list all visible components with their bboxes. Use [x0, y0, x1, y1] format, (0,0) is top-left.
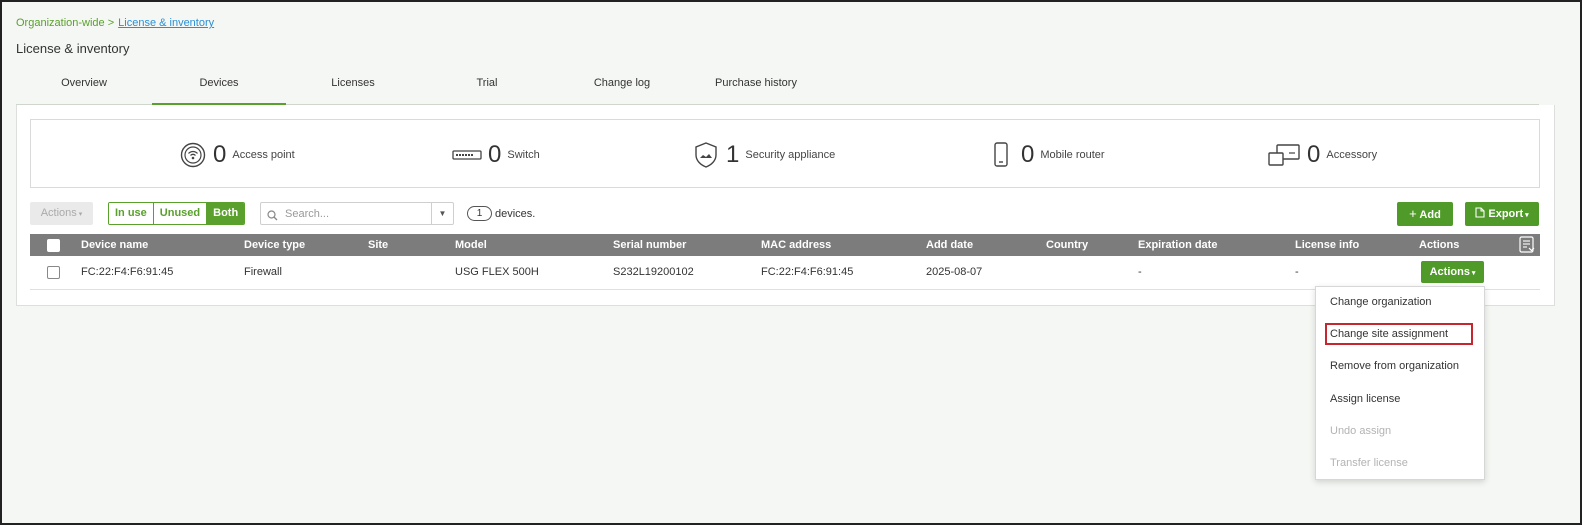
security-appliance-icon	[692, 141, 720, 169]
mobile-router-icon	[987, 141, 1015, 169]
access-point-count: 0	[213, 140, 227, 168]
plus-icon: +	[1409, 206, 1417, 221]
col-actions: Actions	[1419, 239, 1460, 251]
summary-switch[interactable]: 0 Switch	[452, 120, 540, 189]
row-checkbox[interactable]	[47, 266, 60, 279]
cell-serial-number: S232L19200102	[613, 266, 694, 278]
col-site[interactable]: Site	[368, 234, 388, 256]
col-license-info[interactable]: License info	[1295, 234, 1359, 256]
search-placeholder: Search...	[285, 208, 330, 220]
summary-accessory[interactable]: 0 Accessory	[1267, 120, 1377, 189]
export-button[interactable]: Export ▾	[1465, 202, 1539, 226]
col-model[interactable]: Model	[455, 234, 487, 256]
filter-both[interactable]: Both	[206, 203, 245, 224]
cell-device-type: Firewall	[244, 266, 282, 278]
table-header: Device name Device type Site Model Seria…	[30, 234, 1540, 256]
cell-device-name: FC:22:F4:F6:91:45	[81, 266, 174, 278]
tab-trial[interactable]: Trial	[465, 68, 509, 105]
usage-filter: In use Unused Both	[108, 202, 246, 225]
search-input[interactable]: Search... ▼	[260, 202, 454, 225]
breadcrumb-root[interactable]: Organization-wide >	[16, 17, 114, 29]
summary-access-point[interactable]: 0 Access point	[179, 120, 295, 189]
cell-add-date: 2025-08-07	[926, 266, 983, 278]
export-file-icon	[1475, 207, 1485, 220]
switch-icon	[452, 141, 482, 169]
chevron-down-icon: ▾	[1469, 270, 1476, 277]
menu-remove-from-organization[interactable]: Remove from organization	[1330, 360, 1459, 372]
search-dropdown-icon[interactable]: ▼	[431, 203, 453, 224]
tab-overview[interactable]: Overview	[52, 68, 116, 105]
cell-license-info: -	[1295, 266, 1299, 278]
row-actions-button[interactable]: Actions ▾	[1421, 261, 1484, 283]
filter-unused[interactable]: Unused	[152, 203, 207, 224]
switch-label: Switch	[507, 148, 540, 161]
accessory-label: Accessory	[1326, 148, 1378, 161]
menu-change-organization[interactable]: Change organization	[1330, 296, 1432, 308]
cell-model: USG FLEX 500H	[455, 266, 539, 278]
chevron-down-icon: ▾	[76, 211, 83, 218]
col-add-date[interactable]: Add date	[926, 234, 973, 256]
col-expiration-date[interactable]: Expiration date	[1138, 234, 1217, 256]
filter-in-use[interactable]: In use	[109, 203, 153, 224]
mobile-router-label: Mobile router	[1040, 148, 1105, 161]
device-count-label: devices.	[495, 208, 536, 220]
menu-assign-license[interactable]: Assign license	[1330, 393, 1400, 405]
search-icon	[267, 208, 278, 226]
device-summary: 0 Access point 0 Switch 1 Security appli…	[30, 119, 1540, 188]
tab-purchase-history[interactable]: Purchase history	[701, 68, 811, 105]
row-actions-label: Actions	[1429, 266, 1470, 278]
menu-undo-assign: Undo assign	[1330, 425, 1392, 437]
export-button-label: Export	[1488, 208, 1524, 220]
accessory-icon	[1267, 141, 1301, 169]
security-appliance-label: Security appliance	[745, 148, 836, 161]
accessory-count: 0	[1307, 140, 1321, 168]
summary-mobile-router[interactable]: 0 Mobile router	[987, 120, 1105, 189]
add-button[interactable]: + Add	[1397, 202, 1453, 226]
row-actions-menu: Change organization Change site assignme…	[1315, 286, 1485, 480]
tab-devices[interactable]: Devices	[152, 68, 286, 105]
menu-transfer-license: Transfer license	[1330, 457, 1408, 469]
security-appliance-count: 1	[726, 140, 740, 168]
add-button-label: Add	[1419, 209, 1441, 221]
col-serial-number[interactable]: Serial number	[613, 234, 686, 256]
access-point-icon	[179, 141, 207, 169]
col-country[interactable]: Country	[1046, 234, 1088, 256]
cell-expiration-date: -	[1138, 266, 1142, 278]
page-title: License & inventory	[16, 41, 130, 56]
cell-mac-address: FC:22:F4:F6:91:45	[761, 266, 854, 278]
tab-bar: Overview Devices Licenses Trial Change l…	[16, 68, 1539, 105]
access-point-label: Access point	[232, 148, 295, 161]
app-window: Organization-wide > License & inventory L…	[0, 0, 1582, 525]
tab-licenses[interactable]: Licenses	[318, 68, 388, 105]
breadcrumb: Organization-wide > License & inventory	[16, 17, 214, 29]
chevron-down-icon: ▾	[1523, 212, 1529, 219]
bulk-actions-label: Actions	[40, 207, 77, 219]
device-count-badge: 1	[467, 206, 492, 221]
col-device-name[interactable]: Device name	[81, 234, 148, 256]
table-row[interactable]: FC:22:F4:F6:91:45 Firewall USG FLEX 500H…	[30, 256, 1540, 290]
summary-security-appliance[interactable]: 1 Security appliance	[692, 120, 835, 189]
col-device-type[interactable]: Device type	[244, 234, 305, 256]
breadcrumb-current-link[interactable]: License & inventory	[118, 17, 214, 29]
bulk-actions-button[interactable]: Actions ▾	[30, 202, 93, 225]
menu-change-site-assignment[interactable]: Change site assignment	[1330, 328, 1448, 340]
switch-count: 0	[488, 140, 502, 168]
select-all-checkbox[interactable]	[47, 239, 60, 252]
mobile-router-count: 0	[1021, 140, 1035, 168]
col-mac-address[interactable]: MAC address	[761, 234, 831, 256]
tab-change-log[interactable]: Change log	[582, 68, 662, 105]
